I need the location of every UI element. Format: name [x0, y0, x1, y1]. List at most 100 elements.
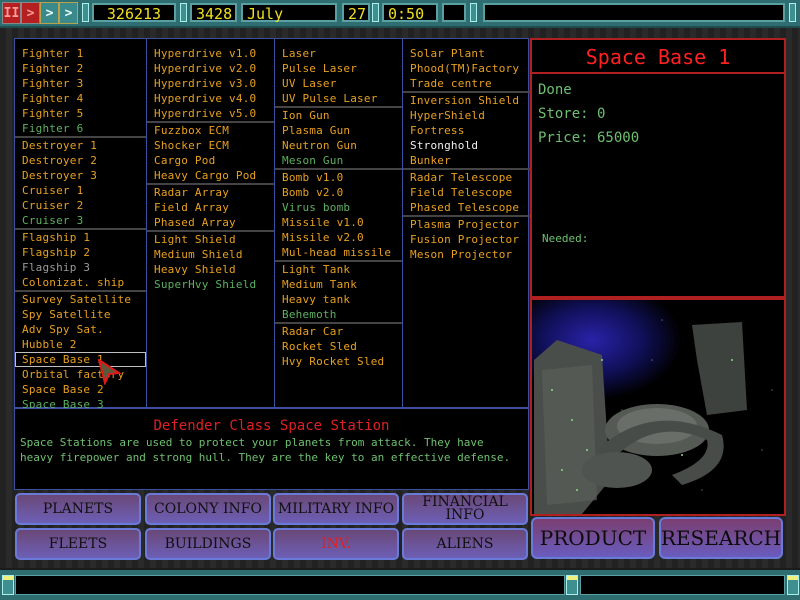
list-item[interactable]: Bunker: [403, 153, 530, 168]
list-item[interactable]: Phased Array: [147, 215, 274, 230]
list-item[interactable]: Fighter 2: [15, 61, 146, 76]
list-item[interactable]: UV Pulse Laser: [275, 91, 402, 106]
list-item[interactable]: Destroyer 2: [15, 153, 146, 168]
message-bar: [483, 3, 785, 22]
list-item[interactable]: Laser: [275, 46, 402, 61]
list-item[interactable]: UV Laser: [275, 76, 402, 91]
list-item[interactable]: Fighter 6: [15, 121, 146, 136]
nav-aliens-button[interactable]: ALIENS: [402, 528, 528, 560]
list-item[interactable]: Fighter 5: [15, 106, 146, 121]
nav-military-info-button[interactable]: MILITARY INFO: [273, 493, 399, 525]
bottom-message-field-right: [580, 575, 785, 595]
credits-display: 326213: [92, 3, 176, 23]
list-item[interactable]: Plasma Gun: [275, 123, 402, 138]
list-item[interactable]: Heavy Cargo Pod: [147, 168, 274, 183]
list-item[interactable]: Fighter 3: [15, 76, 146, 91]
nav-inventions-button[interactable]: INV.: [273, 528, 399, 560]
fastest-forward-button[interactable]: >: [59, 2, 78, 24]
message-knob-left[interactable]: [470, 3, 477, 22]
item-list: Fighter 1 Fighter 2 Fighter 3 Fighter 4 Figh…: [14, 38, 530, 411]
list-item[interactable]: Medium Shield: [147, 247, 274, 262]
nav-planets-button[interactable]: PLANETS: [15, 493, 141, 525]
list-item[interactable]: Fuzzbox ECM: [147, 121, 274, 138]
list-item[interactable]: Destroyer 1: [15, 136, 146, 153]
list-item[interactable]: Light Tank: [275, 260, 402, 277]
play-button[interactable]: >: [21, 2, 40, 24]
list-item[interactable]: Hubble 2: [15, 337, 146, 352]
list-item[interactable]: Bomb v2.0: [275, 185, 402, 200]
nav-buildings-button[interactable]: BUILDINGS: [145, 528, 271, 560]
list-item[interactable]: Radar Telescope: [403, 168, 530, 185]
detail-needed-label: Needed:: [542, 232, 589, 245]
list-item[interactable]: Space Base 2: [15, 382, 146, 397]
list-item[interactable]: Cargo Pod: [147, 153, 274, 168]
list-item[interactable]: Phood(TM)Factory: [403, 61, 530, 76]
list-item[interactable]: Hyperdrive v3.0: [147, 76, 274, 91]
list-item[interactable]: Cruiser 2: [15, 198, 146, 213]
list-item[interactable]: Phased Telescope: [403, 200, 530, 215]
list-item[interactable]: Bomb v1.0: [275, 168, 402, 185]
list-item[interactable]: Orbital factory: [15, 367, 146, 382]
list-item[interactable]: Colonizat. ship: [15, 275, 146, 290]
list-item[interactable]: Missile v1.0: [275, 215, 402, 230]
list-item[interactable]: Field Telescope: [403, 185, 530, 200]
list-item[interactable]: Heavy tank: [275, 292, 402, 307]
nav-fleets-button[interactable]: FLEETS: [15, 528, 141, 560]
bottom-knob-middle[interactable]: [566, 575, 578, 595]
list-item[interactable]: Destroyer 3: [15, 168, 146, 183]
bottom-knob-left[interactable]: [2, 575, 14, 595]
list-item[interactable]: Missile v2.0: [275, 230, 402, 245]
list-item[interactable]: Pulse Laser: [275, 61, 402, 76]
list-item[interactable]: Shocker ECM: [147, 138, 274, 153]
list-item[interactable]: Flagship 3: [15, 260, 146, 275]
list-item[interactable]: Hvy Rocket Sled: [275, 354, 402, 369]
list-item[interactable]: Meson Projector: [403, 247, 530, 262]
list-item[interactable]: Space Base 1: [15, 352, 146, 367]
blank-indicator: [442, 3, 466, 22]
list-item[interactable]: Trade centre: [403, 76, 530, 91]
list-item[interactable]: Radar Car: [275, 322, 402, 339]
list-item[interactable]: Ion Gun: [275, 106, 402, 123]
list-item[interactable]: Inversion Shield: [403, 91, 530, 108]
list-item[interactable]: Plasma Projector: [403, 215, 530, 232]
list-item[interactable]: Cruiser 1: [15, 183, 146, 198]
list-item[interactable]: Fighter 1: [15, 46, 146, 61]
list-item[interactable]: Radar Array: [147, 183, 274, 200]
list-item[interactable]: Meson Gun: [275, 153, 402, 168]
message-knob-right[interactable]: [789, 3, 796, 22]
list-item[interactable]: Fighter 4: [15, 91, 146, 106]
list-item[interactable]: HyperShield: [403, 108, 530, 123]
list-item[interactable]: Rocket Sled: [275, 339, 402, 354]
list-item[interactable]: Adv Spy Sat.: [15, 322, 146, 337]
nav-colony-info-button[interactable]: COLONY INFO: [145, 493, 271, 525]
list-item[interactable]: Hyperdrive v1.0: [147, 46, 274, 61]
list-item[interactable]: Solar Plant: [403, 46, 530, 61]
list-item[interactable]: Fusion Projector: [403, 232, 530, 247]
list-item[interactable]: Mul-head missile: [275, 245, 402, 260]
list-item[interactable]: Hyperdrive v4.0: [147, 91, 274, 106]
list-item[interactable]: Field Array: [147, 200, 274, 215]
list-item[interactable]: Virus bomb: [275, 200, 402, 215]
product-button[interactable]: PRODUCT: [531, 517, 655, 559]
list-item[interactable]: Neutron Gun: [275, 138, 402, 153]
list-item[interactable]: Light Shield: [147, 230, 274, 247]
list-item[interactable]: Fortress: [403, 123, 530, 138]
fast-forward-button[interactable]: >: [40, 2, 59, 24]
research-button[interactable]: RESEARCH: [659, 517, 783, 559]
nav-financial-info-button[interactable]: FINANCIAL INFO: [402, 493, 528, 525]
list-item[interactable]: Medium Tank: [275, 277, 402, 292]
pause-button[interactable]: II: [2, 2, 21, 24]
bottom-knob-right[interactable]: [787, 575, 799, 595]
list-item[interactable]: Flagship 1: [15, 228, 146, 245]
list-item[interactable]: SuperHvy Shield: [147, 277, 274, 292]
list-item[interactable]: Behemoth: [275, 307, 402, 322]
column-ships: Fighter 1 Fighter 2 Fighter 3 Fighter 4 Figh…: [15, 39, 147, 411]
list-item[interactable]: Flagship 2: [15, 245, 146, 260]
list-item[interactable]: Hyperdrive v5.0: [147, 106, 274, 121]
list-item[interactable]: Cruiser 3: [15, 213, 146, 228]
list-item[interactable]: Hyperdrive v2.0: [147, 61, 274, 76]
list-item[interactable]: Spy Satellite: [15, 307, 146, 322]
list-item[interactable]: Survey Satellite: [15, 290, 146, 307]
list-item[interactable]: Heavy Shield: [147, 262, 274, 277]
list-item[interactable]: Stronghold: [403, 138, 530, 153]
